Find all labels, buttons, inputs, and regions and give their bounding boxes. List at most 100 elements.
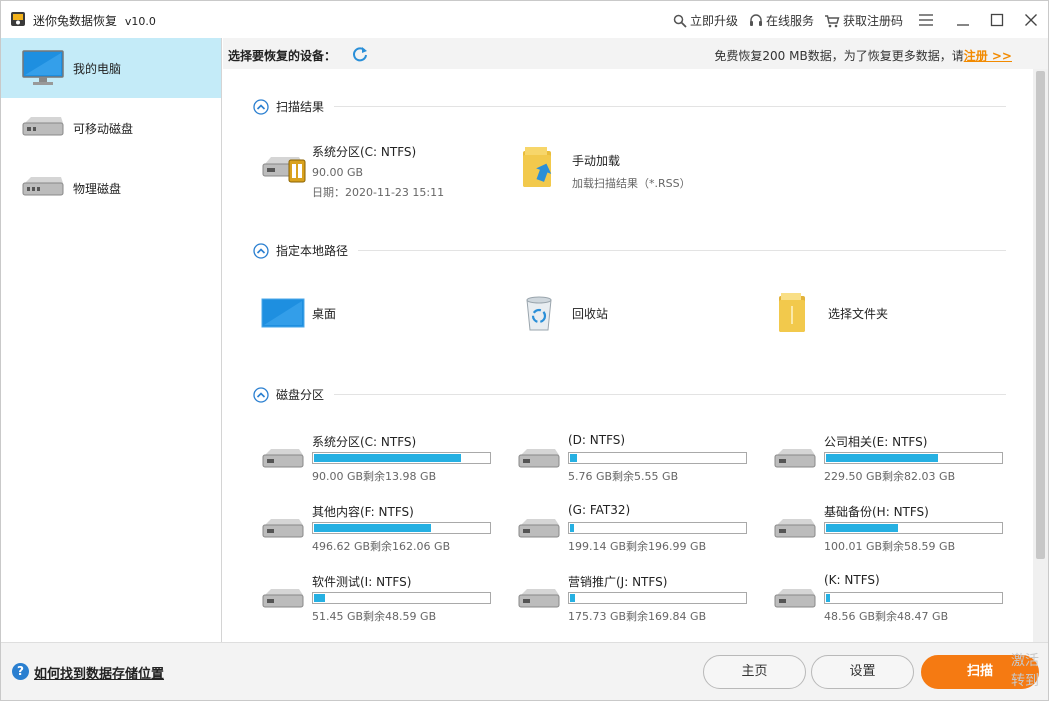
free-recovery-note: 免费恢复200 MB数据，为了恢复更多数据，请注册 >> xyxy=(714,47,1012,64)
scan-result-partition[interactable]: 系统分区(C: NTFS) 90.00 GB 日期：2020-11-23 15:… xyxy=(261,141,501,199)
usage-bar xyxy=(568,592,747,604)
partition-item[interactable]: (K: NTFS) 48.56 GB剩余48.47 GB xyxy=(773,573,1018,623)
manual-load-card[interactable]: 手动加载 加载扫描结果（*.RSS） xyxy=(521,145,761,195)
close-button[interactable] xyxy=(1018,7,1044,33)
usage-bar-fill xyxy=(570,454,577,462)
divider xyxy=(334,394,1006,395)
app-title: 迷你兔数据恢复 v10.0 xyxy=(33,12,156,29)
menu-button[interactable] xyxy=(913,7,939,33)
vertical-scrollbar[interactable] xyxy=(1033,69,1048,642)
disk-icon xyxy=(517,518,561,543)
sidebar: 我的电脑 可移动磁盘 物理磁盘 xyxy=(1,38,222,642)
usage-bar xyxy=(312,592,491,604)
activation-watermark: 激活 转到 xyxy=(1011,651,1039,691)
partition-item[interactable]: 基础备份(H: NTFS) 100.01 GB剩余58.59 GB xyxy=(773,503,1018,553)
partition-item[interactable]: (D: NTFS) 5.76 GB剩余5.55 GB xyxy=(517,433,762,483)
manual-load-title: 手动加载 xyxy=(572,154,621,168)
disk-icon xyxy=(261,588,305,613)
partition-name: 系统分区(C: NTFS) xyxy=(312,435,417,449)
partition-name: (G: FAT32) xyxy=(568,503,631,517)
online-service-label: 在线服务 xyxy=(766,14,815,28)
section-partitions-header[interactable]: 磁盘分区 xyxy=(253,386,324,403)
settings-button[interactable]: 设置 xyxy=(811,655,914,689)
app-logo-icon xyxy=(11,12,25,26)
minimize-icon xyxy=(957,24,969,26)
divider xyxy=(358,250,1006,251)
desktop-icon xyxy=(261,298,305,328)
hamburger-icon xyxy=(919,14,933,26)
usage-bar-fill xyxy=(314,454,461,462)
usage-bar-fill xyxy=(570,594,575,602)
disk-icon xyxy=(773,518,817,543)
online-service-link[interactable]: 在线服务 xyxy=(749,12,814,29)
register-link[interactable]: 注册 >> xyxy=(964,49,1012,63)
upgrade-label: 立即升级 xyxy=(690,14,739,28)
partition-size: 90.00 GB剩余13.98 GB xyxy=(312,470,437,483)
help-link[interactable]: 如何找到数据存储位置 xyxy=(34,663,164,682)
local-path-choose-folder[interactable]: 选择文件夹 xyxy=(777,291,997,335)
partition-size: 100.01 GB剩余58.59 GB xyxy=(824,540,956,553)
physical-disk-icon xyxy=(22,177,64,196)
disk-icon xyxy=(773,448,817,473)
partition-name: (D: NTFS) xyxy=(568,433,626,447)
local-path-label: 桌面 xyxy=(312,307,337,321)
sidebar-item-physical-disk[interactable]: 物理磁盘 xyxy=(1,158,221,218)
cart-icon xyxy=(825,14,840,27)
partition-disk-icon xyxy=(262,157,306,183)
partition-size: 90.00 GB xyxy=(312,166,364,179)
usage-bar xyxy=(824,522,1003,534)
recycle-bin-icon xyxy=(526,296,552,331)
collapse-icon xyxy=(253,242,269,259)
close-icon xyxy=(1025,14,1037,26)
partition-size: 48.56 GB剩余48.47 GB xyxy=(824,610,949,623)
sidebar-item-my-computer[interactable]: 我的电脑 xyxy=(1,38,221,98)
folder-load-icon xyxy=(523,147,552,187)
main-panel: 扫描结果 系统分区(C: NTFS) 90.00 GB 日期：2020-11-2… xyxy=(223,69,1033,642)
disk-icon xyxy=(261,448,305,473)
usage-bar-fill xyxy=(314,594,325,602)
usage-bar xyxy=(312,452,491,464)
footer-bar: ? 如何找到数据存储位置 主页 设置 扫描 xyxy=(1,642,1048,700)
usage-bar xyxy=(568,452,747,464)
section-local-path-header[interactable]: 指定本地路径 xyxy=(253,242,348,259)
title-bar: 迷你兔数据恢复 v10.0 立即升级 在线服务 获取注册码 xyxy=(1,1,1048,38)
divider xyxy=(334,106,1006,107)
sidebar-item-label: 物理磁盘 xyxy=(73,181,122,196)
get-code-label: 获取注册码 xyxy=(843,14,904,28)
partition-name: 其他内容(F: NTFS) xyxy=(312,505,414,519)
usage-bar xyxy=(824,592,1003,604)
partition-size: 175.73 GB剩余169.84 GB xyxy=(568,610,707,623)
minimize-button[interactable] xyxy=(950,7,976,33)
sidebar-item-label: 可移动磁盘 xyxy=(73,121,134,136)
local-path-recycle-bin[interactable]: 回收站 xyxy=(521,293,741,333)
section-title: 磁盘分区 xyxy=(276,388,325,402)
partition-size: 199.14 GB剩余196.99 GB xyxy=(568,540,707,553)
usage-bar-fill xyxy=(570,524,574,532)
usage-bar-fill xyxy=(826,594,830,602)
home-button[interactable]: 主页 xyxy=(703,655,806,689)
section-scan-results-header[interactable]: 扫描结果 xyxy=(253,98,324,115)
partition-item[interactable]: 其他内容(F: NTFS) 496.62 GB剩余162.06 GB xyxy=(261,503,506,553)
refresh-icon[interactable] xyxy=(351,45,369,63)
partition-name: 营销推广(J: NTFS) xyxy=(568,575,668,589)
manual-load-sub: 加载扫描结果（*.RSS） xyxy=(572,177,691,190)
local-path-label: 选择文件夹 xyxy=(828,307,889,321)
usage-bar-fill xyxy=(314,524,431,532)
partition-item[interactable]: (G: FAT32) 199.14 GB剩余196.99 GB xyxy=(517,503,762,553)
maximize-button[interactable] xyxy=(984,7,1010,33)
partition-name: 系统分区(C: NTFS) xyxy=(312,145,417,159)
get-code-link[interactable]: 获取注册码 xyxy=(824,12,903,29)
scrollbar-thumb[interactable] xyxy=(1036,71,1045,559)
search-key-icon xyxy=(673,14,687,28)
partition-item[interactable]: 营销推广(J: NTFS) 175.73 GB剩余169.84 GB xyxy=(517,573,762,623)
upgrade-link[interactable]: 立即升级 xyxy=(673,12,738,29)
sidebar-item-removable-disk[interactable]: 可移动磁盘 xyxy=(1,98,221,158)
watermark-line: 转到 xyxy=(1011,673,1039,689)
partition-item[interactable]: 软件测试(I: NTFS) 51.45 GB剩余48.59 GB xyxy=(261,573,506,623)
maximize-icon xyxy=(990,13,1004,27)
partition-item[interactable]: 系统分区(C: NTFS) 90.00 GB剩余13.98 GB xyxy=(261,433,506,483)
partition-item[interactable]: 公司相关(E: NTFS) 229.50 GB剩余82.03 GB xyxy=(773,433,1018,483)
local-path-desktop[interactable]: 桌面 xyxy=(261,295,481,331)
section-title: 指定本地路径 xyxy=(276,244,349,258)
partition-name: (K: NTFS) xyxy=(824,573,880,587)
